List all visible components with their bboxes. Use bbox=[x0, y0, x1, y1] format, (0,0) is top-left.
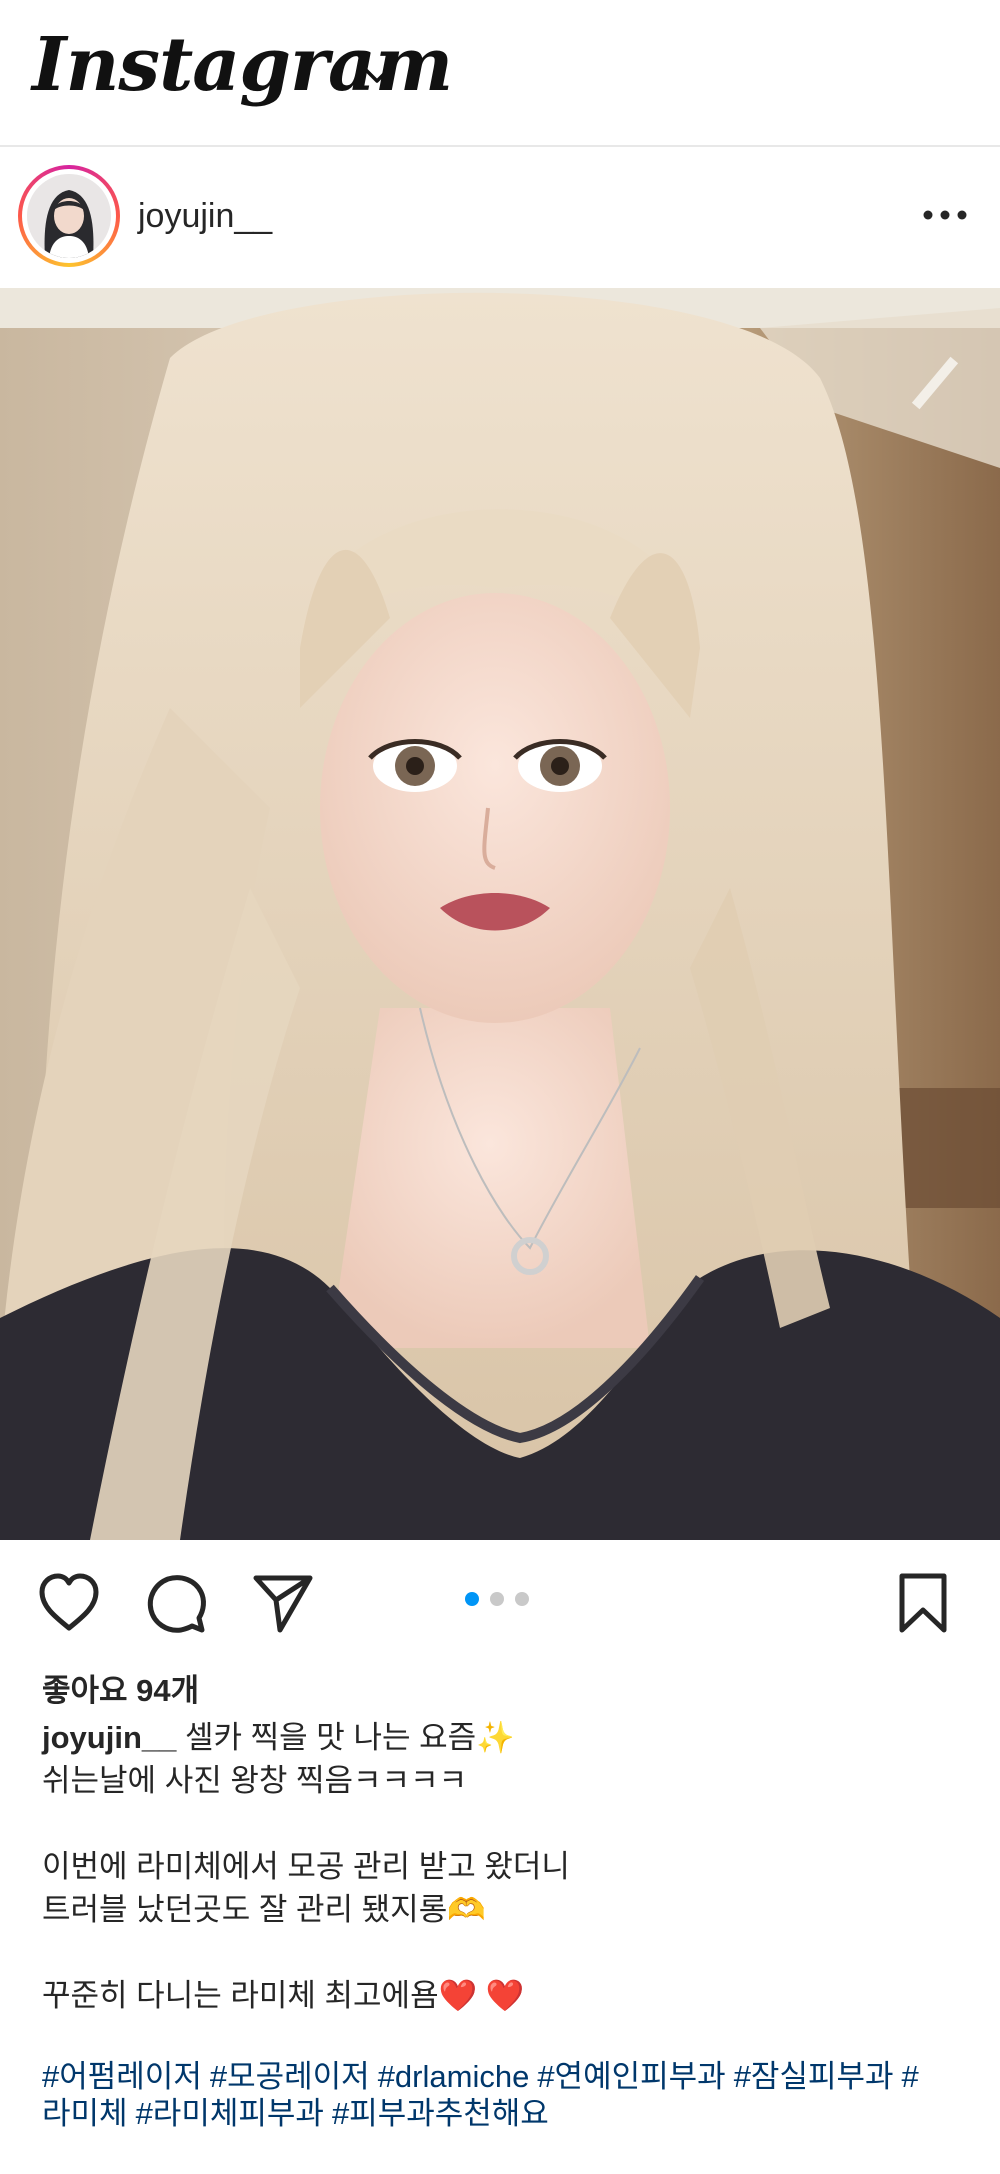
send-icon[interactable] bbox=[250, 1572, 316, 1634]
carousel-dot bbox=[490, 1592, 504, 1606]
caption-text: 트러블 났던곳도 잘 관리 됐지롱🫶 bbox=[42, 1892, 486, 1927]
app-header: Instagram bbox=[0, 0, 1000, 147]
caption-text: 쉬는날에 사진 왕창 찍음ㅋㅋㅋㅋ bbox=[42, 1763, 468, 1798]
hashtag-link[interactable]: #모공레이저 bbox=[210, 2059, 370, 2094]
hashtag-link[interactable]: #피부과추천해요 bbox=[332, 2096, 549, 2131]
story-ring[interactable] bbox=[18, 165, 120, 267]
bookmark-icon[interactable] bbox=[896, 1572, 950, 1636]
heart-icon[interactable] bbox=[36, 1572, 102, 1634]
post-photo[interactable] bbox=[0, 288, 1000, 1540]
carousel-indicator bbox=[465, 1592, 540, 1608]
hashtag-link[interactable]: #라미체피부과 bbox=[136, 2096, 324, 2131]
post-caption: joyujin__ 셀카 찍을 맛 나는 요즘✨ 쉬는날에 사진 왕창 찍음ㅋㅋ… bbox=[42, 1716, 962, 2017]
hashtag-link[interactable]: #drlamiche bbox=[378, 2059, 530, 2094]
selfie-image bbox=[0, 288, 1000, 1540]
hashtag-link[interactable]: #잠실피부과 bbox=[734, 2059, 894, 2094]
carousel-dot bbox=[465, 1592, 479, 1606]
comment-icon[interactable] bbox=[144, 1572, 208, 1636]
caption-line: joyujin__ 셀카 찍을 맛 나는 요즘✨ bbox=[42, 1716, 962, 1759]
avatar-image bbox=[27, 174, 111, 258]
caption-text: 이번에 라미체에서 모공 관리 받고 왔더니 bbox=[42, 1849, 570, 1884]
hashtag-link[interactable]: #연예인피부과 bbox=[537, 2059, 725, 2094]
caption-text: 셀카 찍을 맛 나는 요즘✨ bbox=[185, 1720, 515, 1755]
avatar[interactable] bbox=[27, 174, 111, 258]
caption-text: 꾸준히 다니는 라미체 최고에욤❤️ ❤️ bbox=[42, 1978, 525, 2013]
more-options-icon[interactable] bbox=[920, 207, 970, 223]
post-username[interactable]: joyujin__ bbox=[138, 197, 272, 236]
post-actions bbox=[0, 1540, 1000, 1670]
hashtag-link[interactable]: # bbox=[902, 2059, 919, 2094]
likes-count[interactable]: 좋아요 94개 bbox=[42, 1665, 199, 1710]
carousel-dot bbox=[515, 1592, 529, 1606]
hashtag-link[interactable]: 라미체 bbox=[42, 2096, 128, 2131]
caption-username[interactable]: joyujin__ bbox=[42, 1720, 176, 1755]
chevron-down-icon[interactable] bbox=[360, 60, 394, 90]
hashtag-link[interactable]: #어펌레이저 bbox=[42, 2059, 202, 2094]
hashtag-list: #어펌레이저 #모공레이저 #drlamiche #연예인피부과 #잠실피부과 # 라미체 #… bbox=[42, 2058, 972, 2132]
post-header: joyujin__ bbox=[0, 147, 1000, 287]
